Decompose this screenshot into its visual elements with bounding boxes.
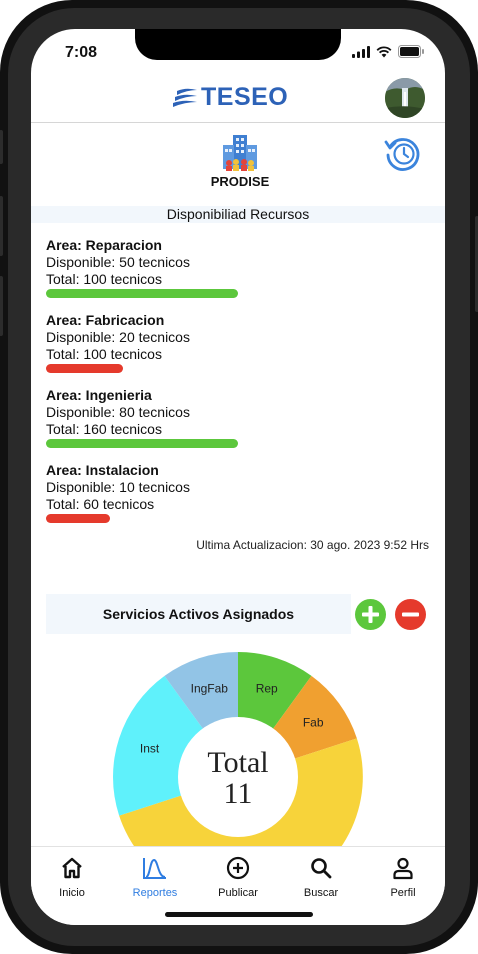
- area-title: Area: Fabricacion: [46, 312, 165, 328]
- area-title: Area: Ingenieria: [46, 387, 152, 403]
- area-total: Total: 100 tecnicos: [46, 346, 162, 362]
- logo-text: TESEO: [201, 83, 289, 111]
- tab-perfil[interactable]: Perfil: [363, 855, 443, 899]
- tab-buscar[interactable]: Buscar: [281, 855, 361, 899]
- person-icon: [363, 855, 443, 881]
- area-total: Total: 100 tecnicos: [46, 271, 162, 287]
- chart-slice-label: IngFab: [191, 682, 229, 696]
- teseo-logo: TESEO: [173, 83, 288, 112]
- notch: [135, 29, 341, 60]
- services-donut-chart: Rep Fab Inst IngFab Total 11: [113, 652, 363, 869]
- tab-inicio[interactable]: Inicio: [32, 855, 112, 899]
- availability-bar: [46, 364, 123, 373]
- area-total: Total: 160 tecnicos: [46, 421, 162, 437]
- area-available: Disponible: 50 tecnicos: [46, 254, 190, 270]
- brand-name: PRODISE: [210, 174, 270, 189]
- chart-center-value: 11: [224, 777, 253, 810]
- tab-label: Publicar: [218, 887, 258, 899]
- phone-frame: 7:08 TESEO PRODISE Disponibiliad Recurso…: [0, 0, 478, 954]
- area-available: Disponible: 20 tecnicos: [46, 329, 190, 345]
- chart-icon: [115, 855, 195, 881]
- services-title: Servicios Activos Asignados: [46, 594, 351, 634]
- area-title: Area: Reparacion: [46, 237, 162, 253]
- signal-icon: [352, 45, 370, 63]
- avatar[interactable]: [385, 78, 425, 118]
- area-reparacion: Area: Reparacion Disponible: 50 tecnicos…: [46, 237, 426, 298]
- area-total: Total: 60 tecnicos: [46, 496, 155, 512]
- remove-service-button[interactable]: [395, 599, 426, 630]
- tab-reportes[interactable]: Reportes: [115, 855, 195, 899]
- history-button[interactable]: [383, 133, 423, 173]
- home-icon: [32, 855, 112, 881]
- tab-publicar[interactable]: Publicar: [198, 855, 278, 899]
- search-icon: [281, 855, 361, 881]
- chart-slice-label: Fab: [303, 715, 324, 729]
- area-available: Disponible: 80 tecnicos: [46, 404, 190, 420]
- building-icon: [223, 135, 257, 171]
- area-fabricacion: Area: Fabricacion Disponible: 20 tecnico…: [46, 312, 426, 373]
- chart-slice-label: Inst: [140, 741, 160, 755]
- app-screen: 7:08 TESEO PRODISE Disponibiliad Recurso…: [31, 29, 445, 925]
- availability-bar: [46, 289, 238, 298]
- app-header: TESEO: [31, 73, 445, 123]
- tab-label: Reportes: [132, 887, 178, 899]
- volume-up-button: [0, 196, 3, 256]
- wifi-icon: [376, 45, 392, 63]
- minus-icon: [395, 599, 426, 630]
- mute-switch: [0, 130, 3, 164]
- availability-bar: [46, 514, 110, 523]
- area-available: Disponible: 10 tecnicos: [46, 479, 190, 495]
- home-indicator: [165, 912, 313, 917]
- plus-circle-icon: [198, 855, 278, 881]
- tab-label: Perfil: [390, 887, 416, 899]
- chart-center-label: Total: [207, 746, 268, 779]
- teseo-logo-icon: [173, 88, 197, 107]
- volume-down-button: [0, 276, 3, 336]
- history-icon: [384, 138, 420, 171]
- add-service-button[interactable]: [355, 599, 386, 630]
- chart-slice-label: Rep: [256, 682, 278, 696]
- area-instalacion: Area: Instalacion Disponible: 10 tecnico…: [46, 462, 426, 523]
- resources-title: Disponibiliad Recursos: [31, 206, 445, 223]
- battery-icon: [398, 45, 425, 63]
- area-ingenieria: Area: Ingenieria Disponible: 80 tecnicos…: [46, 387, 426, 448]
- prodise-brand: PRODISE: [205, 133, 275, 189]
- status-icons: [352, 45, 425, 63]
- status-time: 7:08: [65, 44, 98, 61]
- last-updated: Ultima Actualizacion: 30 ago. 2023 9:52 …: [196, 538, 429, 552]
- area-title: Area: Instalacion: [46, 462, 159, 478]
- availability-bar: [46, 439, 238, 448]
- tab-label: Inicio: [59, 887, 85, 899]
- tab-label: Buscar: [303, 887, 339, 899]
- plus-icon: [355, 599, 386, 630]
